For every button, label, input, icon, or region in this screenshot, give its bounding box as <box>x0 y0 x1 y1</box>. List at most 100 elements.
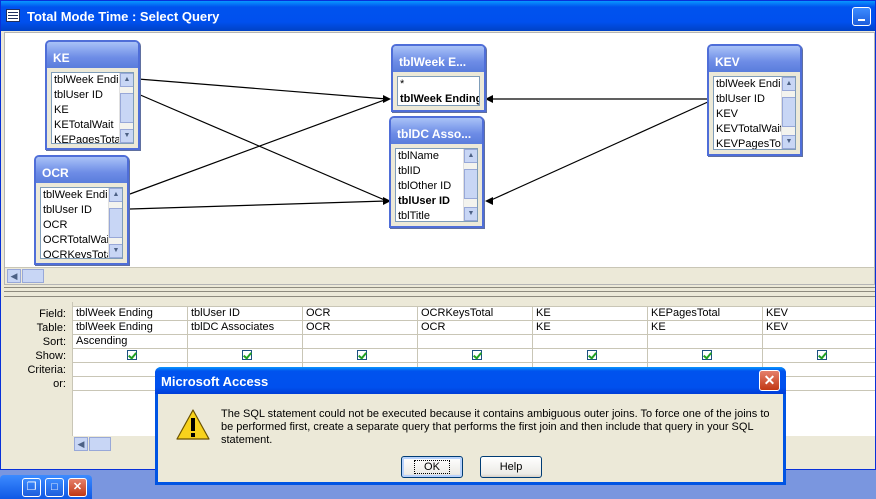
ok-button[interactable]: OK <box>401 456 463 478</box>
show-checkbox[interactable] <box>126 350 137 360</box>
show-checkbox[interactable] <box>241 350 252 360</box>
table-cell[interactable]: OCR <box>303 321 417 335</box>
sort-cell[interactable] <box>188 335 302 349</box>
field-list-body[interactable]: * tblWeek Ending <box>397 76 480 106</box>
show-cell[interactable] <box>533 349 647 363</box>
field-list-title[interactable]: tblWeek E... <box>393 46 484 72</box>
table-cell[interactable]: KEV <box>763 321 875 335</box>
scroll-left-icon[interactable]: ◀ <box>74 437 88 451</box>
scroll-up-icon[interactable]: ▲ <box>109 188 122 202</box>
scroll-thumb[interactable] <box>89 437 111 451</box>
show-cell[interactable] <box>303 349 417 363</box>
help-button[interactable]: Help <box>480 456 542 478</box>
restore-icon[interactable]: ❐ <box>22 478 41 497</box>
field-cell[interactable]: OCR <box>303 307 417 321</box>
scroll-down-icon[interactable]: ▼ <box>782 135 795 149</box>
dialog-title: Microsoft Access <box>161 374 269 389</box>
show-cell[interactable] <box>648 349 762 363</box>
field-cell[interactable]: KE <box>533 307 647 321</box>
scroll-thumb[interactable] <box>120 93 133 123</box>
dialog-title-bar[interactable]: Microsoft Access <box>155 367 786 394</box>
scrollbar[interactable]: ▲ ▼ <box>781 77 795 149</box>
scroll-down-icon[interactable]: ▼ <box>120 129 133 143</box>
scroll-up-icon[interactable]: ▲ <box>782 77 795 91</box>
field-list-body[interactable]: tblWeek Ending tblUser ID KEV KEVTotalWa… <box>713 76 796 150</box>
minimized-window[interactable]: ❐ □ ✕ <box>0 475 92 499</box>
show-cell[interactable] <box>763 349 875 363</box>
dialog-message: The SQL statement could not be executed … <box>221 408 770 446</box>
sort-cell[interactable] <box>648 335 762 349</box>
show-checkbox[interactable] <box>701 350 712 360</box>
scroll-thumb[interactable] <box>464 169 477 199</box>
field-list-body[interactable]: tblWeek Ending tblUser ID OCR OCRTotalWa… <box>40 187 123 259</box>
row-label-sort: Sort: <box>42 336 66 348</box>
scroll-thumb[interactable] <box>782 97 795 127</box>
minimize-button[interactable] <box>852 7 871 26</box>
table-cell[interactable]: KE <box>533 321 647 335</box>
scroll-thumb[interactable] <box>109 208 122 238</box>
table-cell[interactable]: KE <box>648 321 762 335</box>
show-checkbox[interactable] <box>356 350 367 360</box>
scrollbar[interactable]: ▲ ▼ <box>463 149 477 221</box>
dialog-close-button[interactable]: ✕ <box>759 370 780 391</box>
field-list-title[interactable]: KE <box>47 42 138 68</box>
field-list-title[interactable]: tblDC Asso... <box>391 118 482 144</box>
scroll-left-icon[interactable]: ◀ <box>7 269 21 283</box>
sort-cell[interactable] <box>763 335 875 349</box>
field-list-title[interactable]: KEV <box>709 46 800 72</box>
row-label-or: or: <box>53 378 66 390</box>
scroll-up-icon[interactable]: ▲ <box>120 73 133 87</box>
sort-cell[interactable]: Ascending <box>73 335 187 349</box>
show-checkbox[interactable] <box>471 350 482 360</box>
scrollbar[interactable]: ▲ ▼ <box>108 188 122 258</box>
table-cell[interactable]: OCR <box>418 321 532 335</box>
field-list-dc-associates[interactable]: tblDC Asso... tblName tblID tblOther ID … <box>389 116 484 228</box>
window-title: Total Mode Time : Select Query <box>27 9 220 24</box>
field-cell[interactable]: OCRKeysTotal <box>418 307 532 321</box>
field-list-ke[interactable]: KE tblWeek Ending tblUser ID KE KETotalW… <box>45 40 140 150</box>
field-item[interactable]: * <box>398 77 479 92</box>
show-cell[interactable] <box>418 349 532 363</box>
sort-cell[interactable] <box>303 335 417 349</box>
show-checkbox[interactable] <box>816 350 827 360</box>
query-icon[interactable] <box>6 9 20 22</box>
maximize-icon[interactable]: □ <box>45 478 64 497</box>
join-line <box>129 200 388 210</box>
query-title-bar[interactable]: Total Mode Time : Select Query <box>1 1 875 31</box>
field-list-body[interactable]: tblName tblID tblOther ID tblUser ID tbl… <box>395 148 478 222</box>
field-cell[interactable]: KEPagesTotal <box>648 307 762 321</box>
ok-button-label: OK <box>414 460 450 474</box>
field-list-ocr[interactable]: OCR tblWeek Ending tblUser ID OCR OCRTot… <box>34 155 129 265</box>
row-label-criteria: Criteria: <box>27 364 66 376</box>
row-label-table: Table: <box>36 322 66 334</box>
table-cell[interactable]: tblWeek Ending <box>73 321 187 335</box>
field-item[interactable]: tblWeek Ending <box>398 92 479 105</box>
field-cell[interactable]: tblWeek Ending <box>73 307 187 321</box>
show-cell[interactable] <box>188 349 302 363</box>
field-list-week-ending[interactable]: tblWeek E... * tblWeek Ending <box>391 44 486 112</box>
sort-cell[interactable] <box>533 335 647 349</box>
field-list-kev[interactable]: KEV tblWeek Ending tblUser ID KEV KEVTot… <box>707 44 802 156</box>
sort-cell[interactable] <box>418 335 532 349</box>
scroll-down-icon[interactable]: ▼ <box>464 207 477 221</box>
field-cell[interactable]: tblUser ID <box>188 307 302 321</box>
field-cell[interactable]: KEV <box>763 307 875 321</box>
table-cell[interactable]: tblDC Associates <box>188 321 302 335</box>
pane-splitter[interactable] <box>4 287 875 297</box>
join-line <box>488 100 711 202</box>
show-cell[interactable] <box>73 349 187 363</box>
scrollbar[interactable]: ▲ ▼ <box>119 73 133 143</box>
show-checkbox[interactable] <box>586 350 597 360</box>
field-list-body[interactable]: tblWeek Ending tblUser ID KE KETotalWait… <box>51 72 134 144</box>
field-list-title[interactable]: OCR <box>36 157 127 183</box>
error-dialog: Microsoft Access ✕ The SQL statement cou… <box>155 367 786 485</box>
pane-horizontal-scrollbar[interactable]: ◀ <box>5 267 874 284</box>
row-label-show: Show: <box>35 350 66 362</box>
join-line <box>137 78 388 100</box>
row-label-field: Field: <box>39 308 66 320</box>
join-line <box>137 93 388 202</box>
scroll-up-icon[interactable]: ▲ <box>464 149 477 163</box>
close-icon[interactable]: ✕ <box>68 478 87 497</box>
scroll-down-icon[interactable]: ▼ <box>109 244 122 258</box>
scroll-thumb[interactable] <box>22 269 44 283</box>
